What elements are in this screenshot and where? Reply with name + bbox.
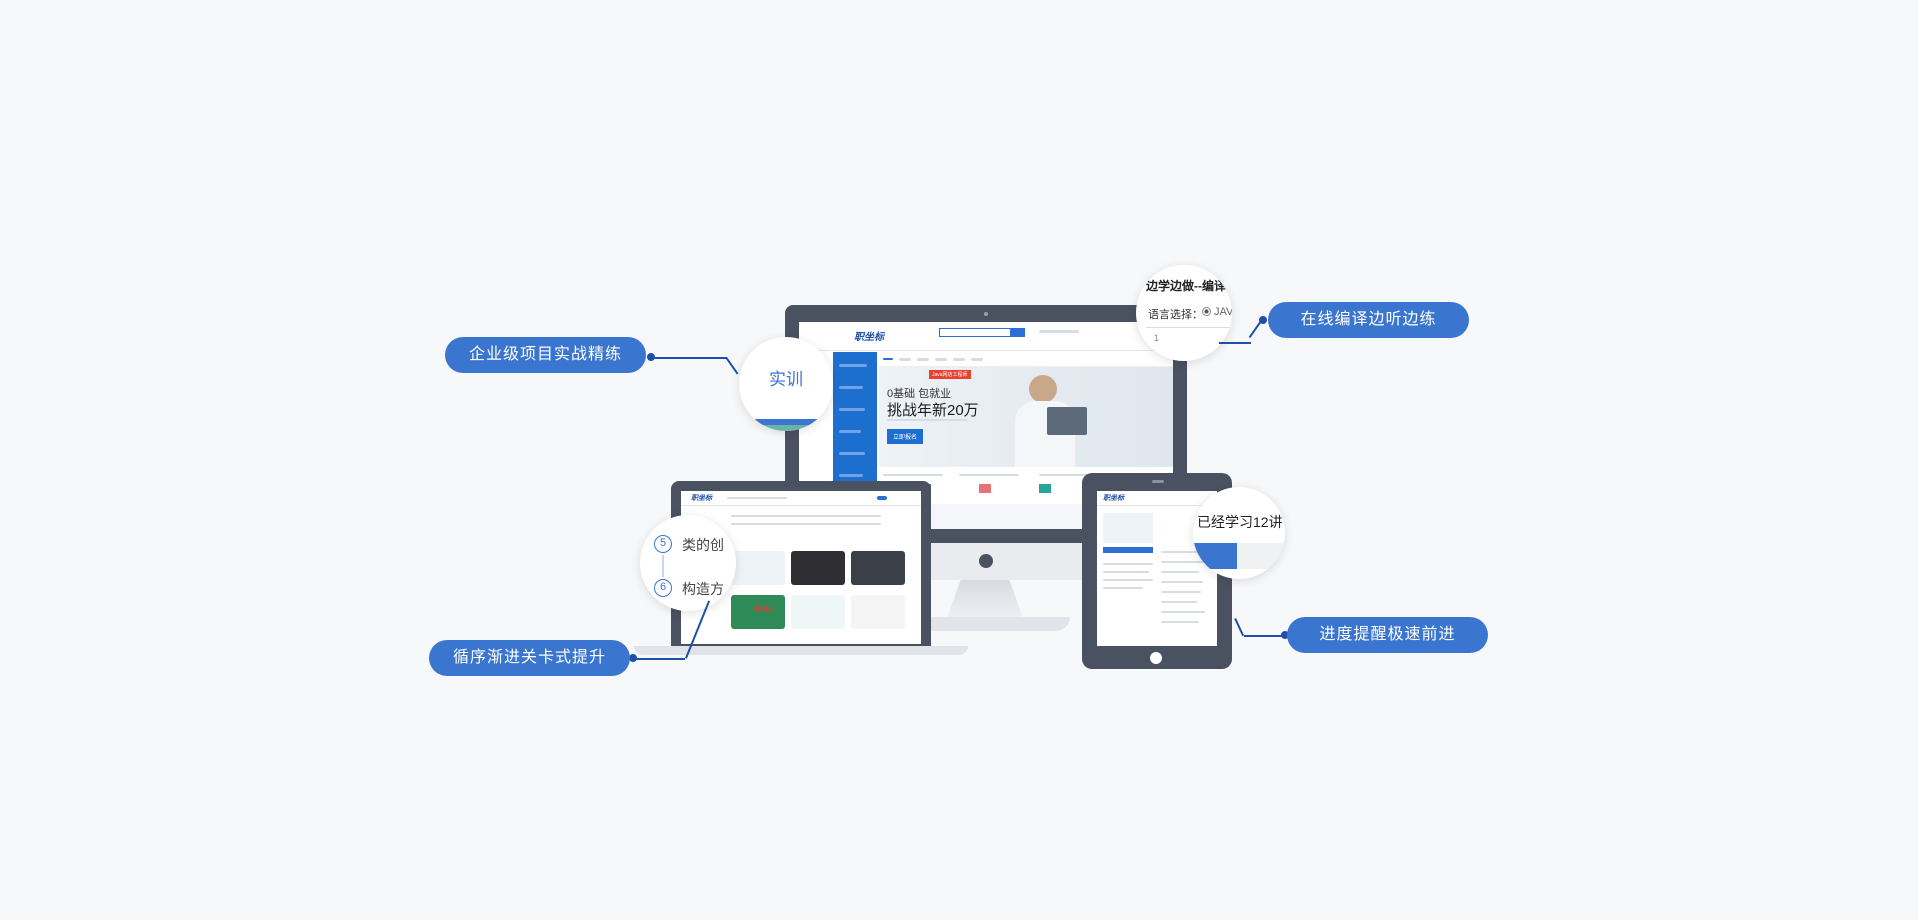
course-card[interactable] <box>851 595 905 629</box>
monitor-nav: 职坐标 <box>799 322 1173 351</box>
monitor-stand <box>947 580 1023 618</box>
compile-lang-label: 语言选择： <box>1148 309 1203 321</box>
banner-tag: Java网店工程师 <box>929 370 971 379</box>
search-input[interactable] <box>939 328 1011 337</box>
monitor-camera <box>984 312 988 316</box>
practice-label: 实训 <box>769 370 803 389</box>
java-card-label: Java <box>753 603 774 613</box>
lesson-6-badge: 6 <box>654 579 672 597</box>
progress-text: 已经学习12讲 <box>1197 514 1283 530</box>
callout-enterprise-projects: 企业级项目实战精练 <box>445 337 646 373</box>
presenter-head <box>1029 375 1057 403</box>
feature-icon-2 <box>979 484 991 493</box>
practice-bubble: 实训 <box>739 337 833 431</box>
presenter-tablet <box>1047 407 1087 435</box>
compile-lang-value: JAV <box>1214 306 1232 318</box>
lessons-bubble: 5 类的创 6 构造方 <box>640 515 736 611</box>
course-card[interactable] <box>851 551 905 585</box>
search-button[interactable] <box>1011 328 1025 337</box>
laptop-logo: 职坐标 <box>691 495 712 502</box>
banner-line2: 挑战年新20万 <box>887 402 979 419</box>
monitor-menu <box>879 352 1173 367</box>
banner-button[interactable]: 立即报名 <box>887 429 924 444</box>
radio-icon[interactable] <box>1202 307 1211 316</box>
tablet-speaker <box>1152 480 1164 483</box>
tablet-logo: 职坐标 <box>1103 495 1124 502</box>
lesson-6-text: 构造方 <box>682 581 724 597</box>
progress-fill <box>1193 543 1237 569</box>
tablet-home-button <box>1150 652 1162 664</box>
course-card[interactable] <box>791 551 845 585</box>
feature-icon-3 <box>1039 484 1051 493</box>
compile-line-number: 1 <box>1154 333 1160 343</box>
monitor-logo: 职坐标 <box>854 332 884 343</box>
compile-title: 边学边做--编译 <box>1146 279 1226 293</box>
callout-online-compile: 在线编译边听边练 <box>1268 302 1469 338</box>
monitor-banner: Java网店工程师 0基础 包就业 挑战年新20万 立即报名 <box>879 367 1173 467</box>
lesson-5-badge: 5 <box>654 535 672 553</box>
laptop-base <box>634 646 968 655</box>
monitor-brand-dot <box>979 554 993 568</box>
course-card[interactable] <box>731 551 785 585</box>
compile-bubble: 边学边做--编译 语言选择： JAV 1 <box>1136 265 1232 361</box>
callout-progress-reminder: 进度提醒极速前进 <box>1287 617 1488 653</box>
course-card[interactable] <box>791 595 845 629</box>
progress-bubble: 已经学习12讲 <box>1193 487 1285 579</box>
lesson-5-text: 类的创 <box>682 537 724 553</box>
callout-stepwise-levels: 循序渐进关卡式提升 <box>429 640 630 676</box>
course-card[interactable]: Java <box>731 595 785 629</box>
